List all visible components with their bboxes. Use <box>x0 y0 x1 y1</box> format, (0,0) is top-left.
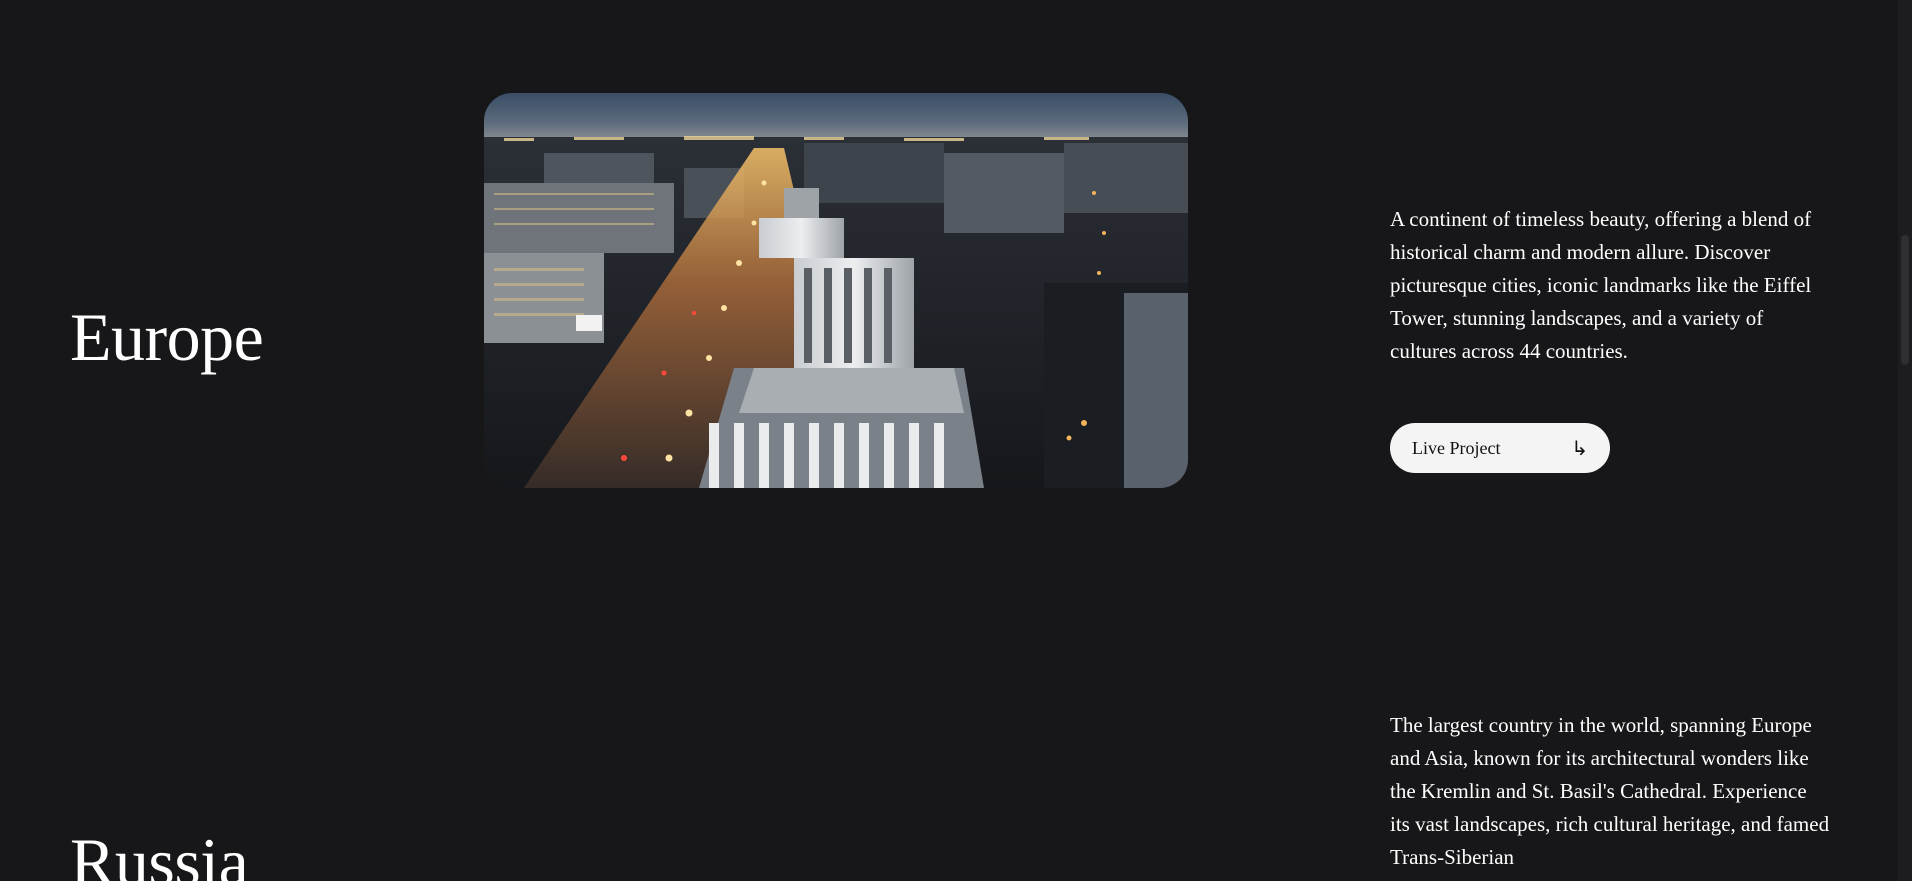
live-project-button-label: Live Project <box>1412 437 1501 458</box>
page-viewport: Europe A continent of timeless beauty, o… <box>0 0 1898 881</box>
destination-video[interactable] <box>484 93 1188 488</box>
arrow-down-right-icon: ↳ <box>1571 436 1588 460</box>
destination-title: Russia <box>70 824 249 881</box>
destination-description: A continent of timeless beauty, offering… <box>1390 207 1812 363</box>
city-night-aerial-image <box>484 93 1188 488</box>
scrollbar-thumb[interactable] <box>1901 235 1909 365</box>
live-project-button[interactable]: Live Project ↳ <box>1390 423 1610 473</box>
destination-title: Europe <box>70 299 264 375</box>
destination-section-russia: Russia The largest country in the world,… <box>0 640 1898 881</box>
destination-description: The largest country in the world, spanni… <box>1390 713 1830 869</box>
page-scrollbar[interactable] <box>1898 0 1912 881</box>
destination-section-europe: Europe A continent of timeless beauty, o… <box>0 0 1898 560</box>
